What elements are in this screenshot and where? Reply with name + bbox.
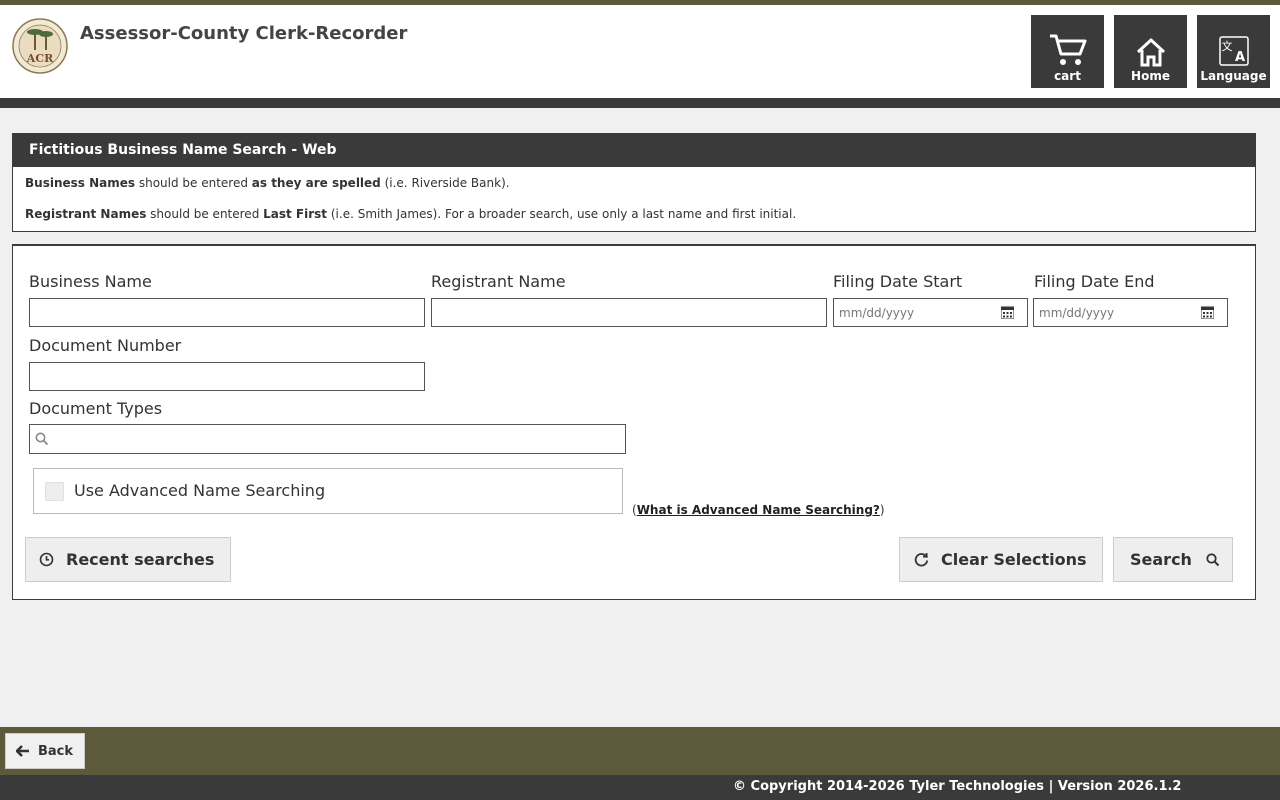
header-bar [0, 98, 1280, 108]
svg-text:ACR: ACR [26, 52, 54, 65]
filing-date-end-input[interactable] [1034, 299, 1194, 326]
instruction-bold: Business Names [25, 176, 136, 190]
back-label: Back [38, 743, 74, 759]
recent-searches-label: Recent searches [66, 550, 215, 569]
filing-date-start-field [833, 298, 1028, 327]
search-instructions-panel: Fictitious Business Name Search - Web Bu… [12, 133, 1256, 232]
svg-text:文: 文 [1221, 39, 1232, 53]
instruction-bold: Registrant Names [25, 207, 147, 221]
clear-selections-label: Clear Selections [941, 550, 1087, 569]
instruction-text: should be entered [135, 176, 252, 190]
document-types-field [29, 424, 626, 454]
paren-close: ) [879, 503, 885, 517]
advanced-name-search-label[interactable]: Use Advanced Name Searching [74, 481, 325, 500]
footer-band: Back [0, 727, 1280, 775]
svg-text:A: A [1234, 50, 1244, 65]
county-seal-logo[interactable]: ACR [12, 16, 68, 76]
translate-icon: 文 A [1218, 36, 1249, 66]
instruction-bold: as they are spelled [251, 176, 381, 190]
registrant-name-label: Registrant Name [431, 272, 566, 291]
site-header: ACR Assessor-County Clerk-Recorder cart … [0, 5, 1280, 98]
cart-button[interactable]: cart [1031, 15, 1104, 88]
language-button[interactable]: 文 A Language [1197, 15, 1270, 88]
instruction-text: (i.e. Smith James). For a broader search… [327, 207, 797, 221]
filing-date-start-label: Filing Date Start [833, 272, 963, 291]
copyright-text: © Copyright 2014-2026 Tyler Technologies… [733, 779, 1182, 794]
document-types-input[interactable] [54, 425, 619, 453]
search-label: Search [1130, 550, 1192, 569]
clear-selections-button[interactable]: Clear Selections [899, 537, 1103, 582]
instruction-text: (i.e. Riverside Bank). [380, 176, 510, 190]
search-icon [35, 432, 49, 446]
advanced-name-search-option[interactable]: Use Advanced Name Searching [33, 468, 623, 514]
business-name-label: Business Name [29, 272, 152, 291]
advanced-search-help-link[interactable]: What is Advanced Name Searching? [637, 503, 880, 517]
search-form: Business Name Registrant Name Filing Dat… [12, 244, 1256, 600]
refresh-icon [914, 552, 929, 567]
instruction-text: should be entered [146, 207, 264, 221]
instruction-bold: Last First [263, 207, 328, 221]
document-types-label: Document Types [29, 399, 163, 418]
cart-icon [1049, 34, 1086, 65]
business-name-input[interactable] [29, 298, 425, 327]
home-button[interactable]: Home [1114, 15, 1187, 88]
instruction-registrant-names: Registrant Names should be entered Last … [25, 207, 796, 221]
calendar-icon[interactable] [1001, 306, 1014, 319]
arrow-left-icon [16, 745, 29, 757]
home-icon [1136, 38, 1165, 67]
advanced-search-help: (What is Advanced Name Searching?) [632, 503, 885, 517]
filing-date-start-input[interactable] [834, 299, 994, 326]
language-label: Language [1200, 69, 1267, 83]
recent-searches-button[interactable]: Recent searches [25, 537, 231, 582]
instruction-business-names: Business Names should be entered as they… [25, 176, 510, 190]
registrant-name-input[interactable] [431, 298, 827, 327]
home-label: Home [1131, 69, 1170, 83]
filing-date-end-field [1033, 298, 1228, 327]
clock-icon [39, 552, 54, 567]
copyright-bar: © Copyright 2014-2026 Tyler Technologies… [0, 775, 1280, 800]
site-title: Assessor-County Clerk-Recorder [80, 23, 408, 44]
panel-title: Fictitious Business Name Search - Web [13, 134, 1255, 167]
filing-date-end-label: Filing Date End [1034, 272, 1155, 291]
cart-label: cart [1054, 69, 1081, 83]
advanced-name-search-checkbox[interactable] [45, 482, 64, 501]
calendar-icon[interactable] [1201, 306, 1214, 319]
document-number-input[interactable] [29, 362, 425, 391]
search-icon [1206, 552, 1220, 566]
document-number-label: Document Number [29, 336, 182, 355]
back-button[interactable]: Back [5, 733, 85, 769]
search-button[interactable]: Search [1113, 537, 1233, 582]
